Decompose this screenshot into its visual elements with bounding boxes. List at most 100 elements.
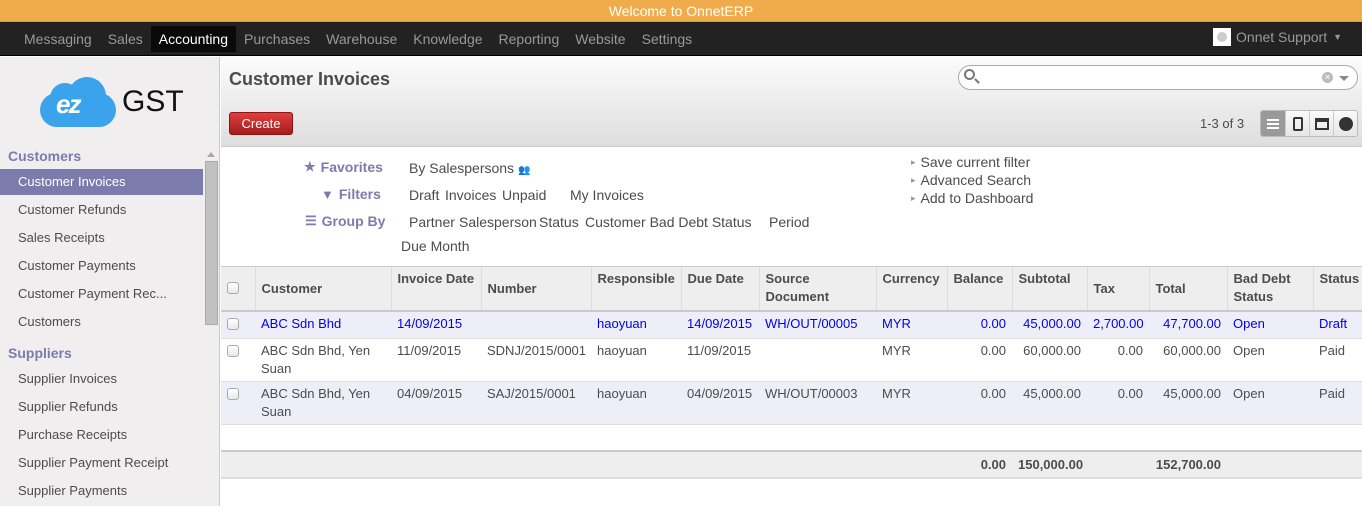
pager-value[interactable]: 1-3 of 3 <box>1200 116 1244 131</box>
clear-search-icon[interactable]: ✕ <box>1322 72 1333 83</box>
groupby-partner[interactable]: Partner <box>409 214 455 230</box>
totals-row: 0.00 150,000.00 152,700.00 <box>221 449 1362 479</box>
menu-accounting[interactable]: Accounting <box>150 26 237 52</box>
search-box[interactable]: ✕ <box>958 65 1358 90</box>
list-view-icon <box>1267 118 1279 129</box>
sidebar-item-sales-receipts[interactable]: Sales Receipts <box>0 225 203 251</box>
sidebar-item-customers[interactable]: Customers <box>0 309 203 335</box>
table-header-row: Customer Invoice Date Number Responsible… <box>221 267 1362 312</box>
table-row[interactable]: ABC Sdn Bhd, Yen Suan 04/09/2015 SAJ/201… <box>221 381 1362 425</box>
col-number[interactable]: Number <box>480 267 591 312</box>
table-row[interactable]: ABC Sdn Bhd 14/09/2015 haoyuan 14/09/201… <box>221 310 1362 339</box>
menu-messaging[interactable]: Messaging <box>16 26 100 52</box>
col-total[interactable]: Total <box>1148 267 1227 312</box>
col-customer[interactable]: Customer <box>254 267 391 312</box>
filter-draft[interactable]: Draft <box>409 187 439 203</box>
groupby-due-month[interactable]: Due Month <box>401 238 469 254</box>
sidebar-item-customer-payment-receipt[interactable]: Customer Payment Rec... <box>0 281 203 307</box>
sidebar-scrollbar[interactable] <box>205 150 218 506</box>
col-source-document[interactable]: Source Document <box>758 267 876 312</box>
cell-customer: ABC Sdn Bhd, Yen Suan <box>255 338 391 382</box>
cell-balance: 0.00 <box>947 338 1012 382</box>
col-status[interactable]: Status <box>1312 267 1362 312</box>
cell-source: WH/OUT/00003 <box>759 381 876 425</box>
advanced-search-link[interactable]: Advanced Search <box>911 172 1032 188</box>
row-checkbox[interactable] <box>221 338 255 382</box>
sidebar-item-purchase-receipts[interactable]: Purchase Receipts <box>0 422 203 448</box>
menu-knowledge[interactable]: Knowledge <box>405 26 490 52</box>
select-all-checkbox[interactable] <box>221 267 255 312</box>
cell-due-date: 11/09/2015 <box>681 338 759 382</box>
favorite-by-salespersons[interactable]: By Salespersons 👥 <box>409 160 530 176</box>
invoice-table: Customer Invoice Date Number Responsible… <box>221 267 1362 479</box>
col-invoice-date[interactable]: Invoice Date <box>390 267 481 312</box>
page-title: Customer Invoices <box>229 69 391 89</box>
cell-currency: MYR <box>876 338 947 382</box>
list-view-button[interactable] <box>1261 111 1285 136</box>
menu-settings[interactable]: Settings <box>634 26 701 52</box>
empty-row <box>221 424 1362 451</box>
menu-website[interactable]: Website <box>567 26 633 52</box>
cell-number <box>481 310 591 339</box>
cell-invoice-date: 14/09/2015 <box>391 310 481 339</box>
cell-bad-debt: Open <box>1227 381 1313 425</box>
user-menu[interactable]: Onnet Support ▼ <box>1213 28 1342 46</box>
groupby-status[interactable]: Status <box>539 214 579 230</box>
filter-my-invoices[interactable]: My Invoices <box>570 187 644 203</box>
cell-number: SDNJ/2015/0001 <box>481 338 591 382</box>
cell-balance: 0.00 <box>947 381 1012 425</box>
menu-warehouse[interactable]: Warehouse <box>318 26 405 52</box>
row-checkbox[interactable] <box>221 310 255 339</box>
menu-purchases[interactable]: Purchases <box>236 26 318 52</box>
col-balance[interactable]: Balance <box>946 267 1012 312</box>
save-current-filter-link[interactable]: Save current filter <box>911 154 1031 170</box>
row-checkbox[interactable] <box>221 381 255 425</box>
filter-invoices[interactable]: Invoices <box>445 187 496 203</box>
total-balance: 0.00 <box>947 449 1012 479</box>
cell-subtotal: 45,000.00 <box>1012 310 1087 339</box>
cell-responsible: haoyuan <box>591 310 681 339</box>
filter-unpaid[interactable]: Unpaid <box>502 187 546 203</box>
scroll-up-arrow-icon[interactable] <box>207 152 215 157</box>
avatar <box>1213 28 1232 46</box>
calendar-view-button[interactable] <box>1309 111 1333 136</box>
sidebar-section-suppliers: Suppliers <box>8 345 72 361</box>
sidebar-item-customer-invoices[interactable]: Customer Invoices <box>0 169 203 195</box>
col-subtotal[interactable]: Subtotal <box>1011 267 1087 312</box>
database-icon: ☰ <box>305 213 317 228</box>
col-tax[interactable]: Tax <box>1086 267 1149 312</box>
user-name: Onnet Support <box>1236 29 1328 45</box>
create-button[interactable]: Create <box>229 112 293 135</box>
form-view-button[interactable] <box>1285 111 1309 136</box>
sidebar-item-supplier-payments[interactable]: Supplier Payments <box>0 478 203 504</box>
main-content: Customer Invoices Create ✕ 1-3 of 3 ★ Fa… <box>221 57 1362 506</box>
logo-text: GST <box>122 85 184 118</box>
sidebar-item-supplier-payment-receipt[interactable]: Supplier Payment Receipt <box>0 450 203 476</box>
col-responsible[interactable]: Responsible <box>590 267 681 312</box>
graph-view-button[interactable] <box>1333 111 1357 136</box>
cell-total: 45,000.00 <box>1149 381 1227 425</box>
total-subtotal: 150,000.00 <box>1012 449 1087 479</box>
logo[interactable]: ez GST <box>40 77 184 127</box>
cell-tax: 0.00 <box>1087 338 1149 382</box>
add-to-dashboard-link[interactable]: Add to Dashboard <box>911 190 1034 206</box>
menu-reporting[interactable]: Reporting <box>491 26 568 52</box>
groupby-salesperson[interactable]: Salesperson <box>459 214 537 230</box>
form-view-icon <box>1292 116 1303 131</box>
sidebar-item-supplier-invoices[interactable]: Supplier Invoices <box>0 366 203 392</box>
star-icon: ★ <box>304 159 316 174</box>
menu-sales[interactable]: Sales <box>100 26 151 52</box>
col-currency[interactable]: Currency <box>875 267 947 312</box>
scrollbar-thumb[interactable] <box>205 161 218 325</box>
col-due-date[interactable]: Due Date <box>680 267 759 312</box>
groupby-period[interactable]: Period <box>769 214 809 230</box>
search-options-toggle-icon[interactable] <box>1339 76 1349 81</box>
cell-responsible: haoyuan <box>591 338 681 382</box>
groupby-customer-bad-debt-status[interactable]: Customer Bad Debt Status <box>585 214 752 230</box>
table-row[interactable]: ABC Sdn Bhd, Yen Suan 11/09/2015 SDNJ/20… <box>221 338 1362 382</box>
sidebar-item-customer-refunds[interactable]: Customer Refunds <box>0 197 203 223</box>
col-bad-debt-status[interactable]: Bad Debt Status <box>1226 267 1313 312</box>
search-input[interactable] <box>981 68 1311 87</box>
sidebar-item-supplier-refunds[interactable]: Supplier Refunds <box>0 394 203 420</box>
sidebar-item-customer-payments[interactable]: Customer Payments <box>0 253 203 279</box>
